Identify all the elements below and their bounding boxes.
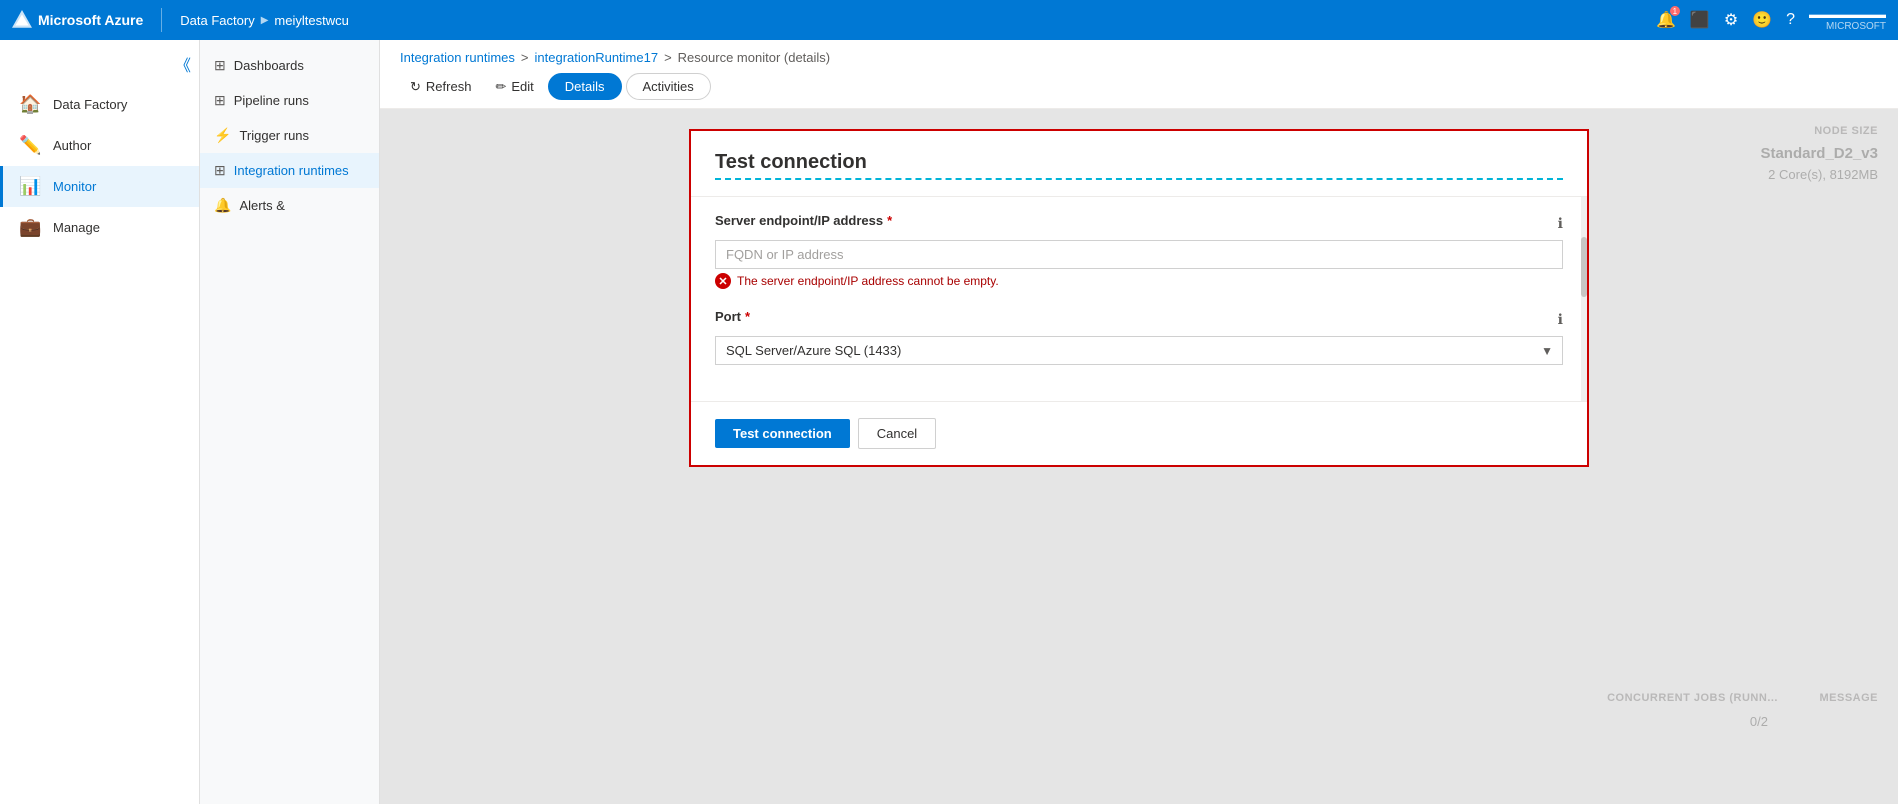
secondary-label-trigger-runs: Trigger runs	[239, 128, 309, 143]
error-message-text: The server endpoint/IP address cannot be…	[737, 274, 999, 288]
secondary-label-dashboards: Dashboards	[234, 58, 304, 73]
integration-icon: ⊞	[214, 162, 226, 179]
header-divider	[161, 8, 162, 32]
collapse-icon[interactable]: 《	[175, 52, 191, 76]
sidebar-label-manage: Manage	[53, 220, 100, 235]
user-info[interactable]: ▬▬▬▬▬▬▬ MICROSOFT	[1809, 9, 1886, 32]
header-breadcrumb: Data Factory ▶ meiyltestwcu	[180, 13, 349, 28]
modal-body: Server endpoint/IP address * ℹ ✕ The ser…	[691, 197, 1587, 401]
modal-footer: Test connection Cancel	[691, 401, 1587, 465]
azure-label: Microsoft Azure	[38, 12, 143, 28]
server-endpoint-group: Server endpoint/IP address * ℹ ✕ The ser…	[715, 213, 1563, 289]
sidebar-item-data-factory[interactable]: 🏠 Data Factory	[0, 84, 199, 125]
sidebar-label-author: Author	[53, 138, 91, 153]
home-icon: 🏠	[19, 94, 41, 115]
secondary-item-trigger-runs[interactable]: ⚡ Trigger runs	[200, 118, 379, 153]
notification-badge: 1	[1670, 6, 1680, 16]
server-endpoint-label-row: Server endpoint/IP address * ℹ	[715, 213, 1563, 234]
help-icon[interactable]: ?	[1786, 11, 1795, 29]
refresh-button[interactable]: ↻ Refresh	[400, 74, 481, 100]
secondary-label-pipeline-runs: Pipeline runs	[234, 93, 309, 108]
secondary-item-dashboards[interactable]: ⊞ Dashboards	[200, 48, 379, 83]
error-icon: ✕	[715, 273, 731, 289]
feedback-icon[interactable]: 🙂	[1752, 10, 1772, 30]
port-required: *	[745, 309, 750, 324]
modal-title-input[interactable]	[715, 151, 1563, 180]
refresh-label: Refresh	[426, 79, 472, 94]
edit-button[interactable]: ✏ Edit	[485, 74, 543, 100]
dashboards-icon: ⊞	[214, 57, 226, 74]
content-header: Integration runtimes > integrationRuntim…	[380, 40, 1898, 109]
breadcrumb-runtime17[interactable]: integrationRuntime17	[535, 50, 659, 65]
server-endpoint-info-icon[interactable]: ℹ	[1558, 215, 1563, 232]
sidebar-label-data-factory: Data Factory	[53, 97, 127, 112]
sidebar-item-manage[interactable]: 💼 Manage	[0, 207, 199, 248]
trigger-icon: ⚡	[214, 127, 231, 144]
alerts-icon: 🔔	[214, 197, 231, 214]
refresh-icon: ↻	[410, 79, 421, 95]
author-icon: ✏️	[19, 135, 41, 156]
manage-icon: 💼	[19, 217, 41, 238]
modal-scrollbar-track	[1581, 197, 1587, 401]
secondary-item-integration-runtimes[interactable]: ⊞ Integration runtimes	[200, 153, 379, 188]
server-endpoint-error: ✕ The server endpoint/IP address cannot …	[715, 273, 1563, 289]
monitor-icon: 📊	[19, 176, 41, 197]
left-sidebar: 《 🏠 Data Factory ✏️ Author 📊 Monitor 💼 M…	[0, 40, 200, 804]
pipeline-icon: ⊞	[214, 92, 226, 109]
sidebar-label-monitor: Monitor	[53, 179, 96, 194]
secondary-label-integration: Integration runtimes	[234, 163, 349, 178]
toolbar: ↻ Refresh ✏ Edit Details Activities	[400, 73, 1878, 108]
secondary-item-alerts[interactable]: 🔔 Alerts &	[200, 188, 379, 223]
cloud-shell-icon[interactable]: ⬛	[1690, 10, 1710, 30]
breadcrumb-integration-runtimes[interactable]: Integration runtimes	[400, 50, 515, 65]
cancel-button[interactable]: Cancel	[858, 418, 936, 449]
top-header: Microsoft Azure Data Factory ▶ meiyltest…	[0, 0, 1898, 40]
header-right: 🔔 1 ⬛ ⚙ 🙂 ? ▬▬▬▬▬▬▬ MICROSOFT	[1656, 9, 1886, 32]
port-label-row: Port * ℹ	[715, 309, 1563, 330]
breadcrumb-sep-2: >	[664, 50, 672, 65]
port-label: Port *	[715, 309, 750, 324]
tab-details[interactable]: Details	[548, 73, 622, 100]
server-endpoint-input[interactable]	[715, 240, 1563, 269]
sidebar-item-monitor[interactable]: 📊 Monitor	[0, 166, 199, 207]
secondary-item-pipeline-runs[interactable]: ⊞ Pipeline runs	[200, 83, 379, 118]
server-endpoint-required: *	[887, 213, 892, 228]
main-layout: 《 🏠 Data Factory ✏️ Author 📊 Monitor 💼 M…	[0, 40, 1898, 804]
breadcrumb-bar: Integration runtimes > integrationRuntim…	[400, 50, 1878, 65]
modal-overlay: Server endpoint/IP address * ℹ ✕ The ser…	[380, 109, 1898, 804]
edit-icon: ✏	[495, 79, 506, 95]
azure-logo[interactable]: Microsoft Azure	[12, 10, 143, 30]
port-label-text: Port	[715, 309, 741, 324]
test-connection-modal: Server endpoint/IP address * ℹ ✕ The ser…	[689, 129, 1589, 467]
port-info-icon[interactable]: ℹ	[1558, 311, 1563, 328]
modal-title-area	[691, 131, 1587, 197]
port-select-wrapper: SQL Server/Azure SQL (1433) Custom ▼	[715, 336, 1563, 365]
tab-activities[interactable]: Activities	[626, 73, 711, 100]
breadcrumb-sep-1: >	[521, 50, 529, 65]
port-select[interactable]: SQL Server/Azure SQL (1433) Custom	[715, 336, 1563, 365]
test-connection-button[interactable]: Test connection	[715, 419, 850, 448]
breadcrumb-resource-monitor: Resource monitor (details)	[678, 50, 830, 65]
content-area: Integration runtimes > integrationRuntim…	[380, 40, 1898, 804]
modal-scrollbar-thumb[interactable]	[1581, 237, 1587, 297]
service-name: Data Factory	[180, 13, 254, 28]
sidebar-item-author[interactable]: ✏️ Author	[0, 125, 199, 166]
user-name: ▬▬▬▬▬▬▬	[1809, 9, 1886, 21]
header-left: Microsoft Azure Data Factory ▶ meiyltest…	[12, 8, 349, 32]
settings-icon[interactable]: ⚙	[1724, 10, 1738, 30]
server-endpoint-label-text: Server endpoint/IP address	[715, 213, 883, 228]
instance-name: meiyltestwcu	[274, 13, 348, 28]
secondary-label-alerts: Alerts &	[239, 198, 285, 213]
server-endpoint-label: Server endpoint/IP address *	[715, 213, 892, 228]
collapse-button-area: 《	[0, 48, 199, 84]
tenant-label: MICROSOFT	[1826, 21, 1886, 32]
secondary-sidebar: ⊞ Dashboards ⊞ Pipeline runs ⚡ Trigger r…	[200, 40, 380, 804]
notifications-icon[interactable]: 🔔 1	[1656, 10, 1676, 30]
header-arrow: ▶	[261, 15, 269, 26]
content-body: NODE SIZE Standard_D2_v3 2 Core(s), 8192…	[380, 109, 1898, 804]
port-group: Port * ℹ SQL Server/Azure SQL (1433) Cus…	[715, 309, 1563, 365]
edit-label: Edit	[511, 79, 533, 94]
